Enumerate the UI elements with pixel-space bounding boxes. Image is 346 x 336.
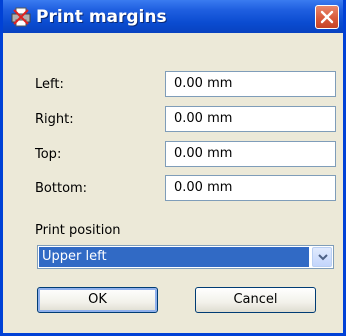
close-button[interactable] [315,5,339,29]
print-position-select[interactable]: Upper left [37,245,334,269]
close-icon [320,10,334,24]
top-label: Top: [35,147,62,162]
cancel-button[interactable]: Cancel [195,287,316,313]
dropdown-button[interactable] [312,247,332,267]
bottom-label: Bottom: [35,181,88,196]
ok-button[interactable]: OK [37,287,158,313]
chevron-down-icon [318,254,328,261]
printer-icon [11,7,31,27]
print-margins-dialog: Print margins Left: 0.00 mm Right: 0.00 … [0,0,346,336]
left-margin-input[interactable]: 0.00 mm [165,71,336,97]
top-margin-input[interactable]: 0.00 mm [165,141,336,167]
print-position-value: Upper left [39,247,309,267]
right-label: Right: [35,112,74,127]
print-position-label: Print position [35,223,121,238]
title-bar[interactable]: Print margins [3,0,343,33]
left-label: Left: [35,77,64,92]
bottom-margin-input[interactable]: 0.00 mm [165,175,336,201]
window-title: Print margins [36,7,167,27]
right-margin-input[interactable]: 0.00 mm [165,106,336,132]
